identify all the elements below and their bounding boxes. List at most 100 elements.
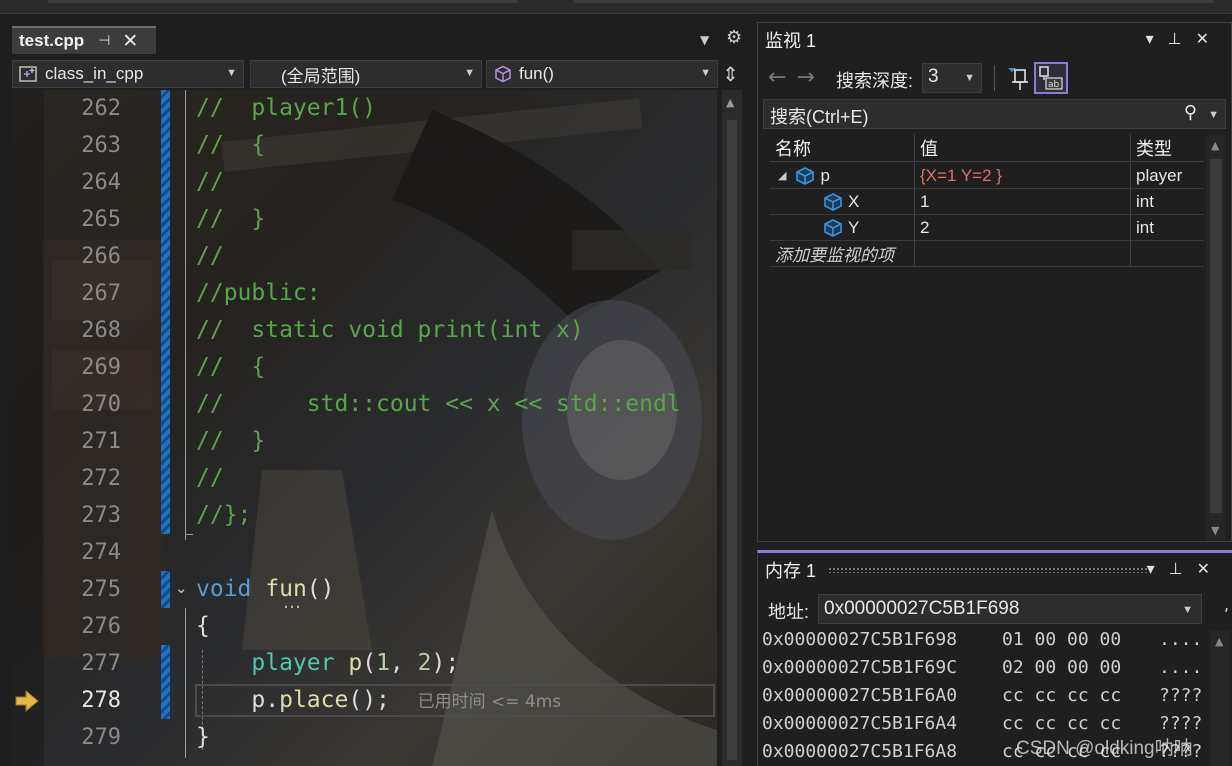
- chevron-down-icon[interactable]: ▼: [1208, 109, 1219, 121]
- column-header-type[interactable]: 类型: [1130, 134, 1204, 161]
- member-dropdown[interactable]: fun() ▼: [486, 60, 718, 88]
- code-line: 270 // std::cout << x << std::endl: [12, 386, 717, 423]
- code-line: 268 // static void print(int x): [12, 312, 717, 349]
- code-text: // {: [196, 132, 266, 158]
- line-number: 279: [81, 725, 121, 750]
- code-editor: test.cpp ⊣ ✕ ▼ ⚙ class_in_cpp ▼ (全局范围) ▼…: [0, 14, 752, 766]
- memory-ascii: ????: [1159, 713, 1203, 734]
- memory-vertical-scrollbar[interactable]: ▲: [1210, 631, 1230, 766]
- panel-controls: ▾⊥✕: [1146, 29, 1223, 48]
- dropdown-icon[interactable]: ▾: [1146, 29, 1168, 48]
- memory-ascii: ....: [1159, 629, 1203, 650]
- line-number: 276: [81, 614, 121, 639]
- scope-dropdown[interactable]: (全局范围) ▼: [250, 60, 482, 88]
- collapse-triangle-icon[interactable]: ◢: [778, 169, 786, 182]
- search-icon[interactable]: ⚲: [1184, 102, 1197, 123]
- watch-type-cell: [1130, 241, 1204, 266]
- watch-name: Y: [848, 217, 860, 237]
- close-icon[interactable]: ✕: [1197, 559, 1224, 578]
- editor-vertical-scrollbar[interactable]: ▲: [722, 90, 742, 766]
- pin-icon[interactable]: ⊥: [1168, 29, 1196, 48]
- pin-icon[interactable]: ⊥: [1169, 559, 1197, 578]
- watch-row[interactable]: X 1 int: [770, 189, 1204, 215]
- project-name: class_in_cpp: [45, 64, 144, 83]
- forward-arrow-icon[interactable]: →: [796, 65, 824, 90]
- chevron-down-icon: ▼: [964, 72, 975, 84]
- code-text-area[interactable]: 262 // player1() 263 // { 264 // 265 // …: [12, 90, 717, 766]
- code-text: }: [196, 724, 210, 750]
- pin-icon[interactable]: ⊣: [98, 33, 110, 49]
- top-strip-segment: [48, 0, 518, 3]
- watch-row[interactable]: Y 2 int: [770, 215, 1204, 241]
- line-number: 270: [81, 392, 121, 417]
- watch-vertical-scrollbar[interactable]: ▲ ▼: [1206, 135, 1226, 539]
- code-line: 276 {: [12, 608, 717, 645]
- close-icon[interactable]: ✕: [1196, 29, 1223, 48]
- line-number: 275: [81, 577, 121, 602]
- watch-name: p: [820, 165, 830, 185]
- address-label: 地址:: [768, 602, 810, 622]
- scrollbar-thumb[interactable]: [727, 120, 737, 760]
- memory-bytes: 02 00 00 00: [1002, 657, 1122, 678]
- watch-value-cell: 2: [914, 215, 1130, 240]
- dropdown-icon[interactable]: ▾: [1147, 559, 1169, 578]
- add-watch-row[interactable]: 添加要监视的项: [770, 241, 1204, 267]
- code-line: 263 // {: [12, 127, 717, 164]
- pin-to-source-icon[interactable]: [1004, 64, 1030, 92]
- watch-value-cell: [914, 241, 1130, 266]
- hex-display-toggle[interactable]: ab: [1034, 62, 1068, 94]
- scroll-up-icon[interactable]: ▲: [1215, 635, 1223, 648]
- scrollbar-thumb[interactable]: [1210, 159, 1222, 513]
- watch-row[interactable]: ◢ p {X=1 Y=2 } player: [770, 163, 1204, 189]
- variable-cube-icon: [796, 166, 815, 185]
- scroll-down-icon[interactable]: ▼: [1211, 524, 1219, 537]
- execution-arrow-icon[interactable]: [14, 690, 40, 712]
- gear-icon[interactable]: ⚙: [726, 27, 742, 48]
- chevron-down-icon[interactable]: ▼: [1182, 604, 1193, 616]
- memory-bytes: cc cc cc cc: [1002, 713, 1122, 734]
- column-header-value[interactable]: 值: [914, 134, 1130, 161]
- memory-address-bar: 地址: 0x00000027C5B1F698 ▼ ,: [758, 593, 1231, 625]
- tab-test-cpp[interactable]: test.cpp ⊣ ✕: [12, 26, 156, 54]
- line-number: 269: [81, 355, 121, 380]
- column-header-name[interactable]: 名称: [770, 134, 914, 161]
- memory-row[interactable]: 0x00000027C5B1F698 01 00 00 00 ....: [762, 627, 1227, 655]
- code-text: // player1(): [196, 95, 377, 121]
- method-cube-icon: [493, 65, 513, 83]
- svg-text:ab: ab: [1048, 80, 1060, 90]
- back-arrow-icon[interactable]: ←: [768, 65, 796, 90]
- scroll-up-icon[interactable]: ▲: [1211, 139, 1219, 152]
- chevron-down-icon: ▼: [700, 67, 711, 79]
- line-number: 262: [81, 96, 121, 121]
- tab-overflow-icon[interactable]: ▼: [700, 33, 709, 47]
- project-dropdown[interactable]: class_in_cpp ▼: [12, 60, 244, 88]
- memory-address: 0x00000027C5B1F698: [762, 629, 958, 650]
- close-icon[interactable]: ✕: [122, 30, 138, 52]
- window-top-strip: [0, 0, 1232, 14]
- code-text: // static void print(int x): [196, 317, 584, 343]
- field-cube-icon: [824, 218, 842, 237]
- more-options-icon[interactable]: ,: [1224, 595, 1229, 614]
- memory-address: 0x00000027C5B1F69C: [762, 657, 958, 678]
- code-line: 267 //public:: [12, 275, 717, 312]
- collapse-chevron-icon[interactable]: ⌄: [175, 579, 188, 597]
- scroll-up-icon[interactable]: ▲: [726, 96, 734, 109]
- address-input[interactable]: 0x00000027C5B1F698 ▼: [818, 594, 1202, 624]
- search-depth-dropdown[interactable]: 3 ▼: [922, 63, 982, 93]
- memory-row[interactable]: 0x00000027C5B1F6A0 cc cc cc cc ????: [762, 683, 1227, 711]
- panel-grip[interactable]: [828, 567, 1148, 573]
- split-editor-icon[interactable]: ⇕: [722, 62, 739, 86]
- watch-name: X: [848, 191, 860, 211]
- add-watch-item[interactable]: 添加要监视的项: [770, 241, 914, 266]
- line-number: 266: [81, 244, 121, 269]
- watermark-text: CSDN @oldking呐呐: [1016, 738, 1193, 759]
- top-strip-segment: [574, 0, 1214, 3]
- panel-controls: ▾⊥✕: [1147, 559, 1224, 578]
- search-depth-value: 3: [928, 66, 939, 87]
- watch-search-input[interactable]: 搜索(Ctrl+E) ⚲ ▼: [763, 99, 1226, 129]
- memory-row[interactable]: 0x00000027C5B1F69C 02 00 00 00 ....: [762, 655, 1227, 683]
- code-line: 279 }: [12, 719, 717, 756]
- code-text: //};: [196, 502, 252, 528]
- code-line: 271 // }: [12, 423, 717, 460]
- code-line: 274: [12, 534, 717, 571]
